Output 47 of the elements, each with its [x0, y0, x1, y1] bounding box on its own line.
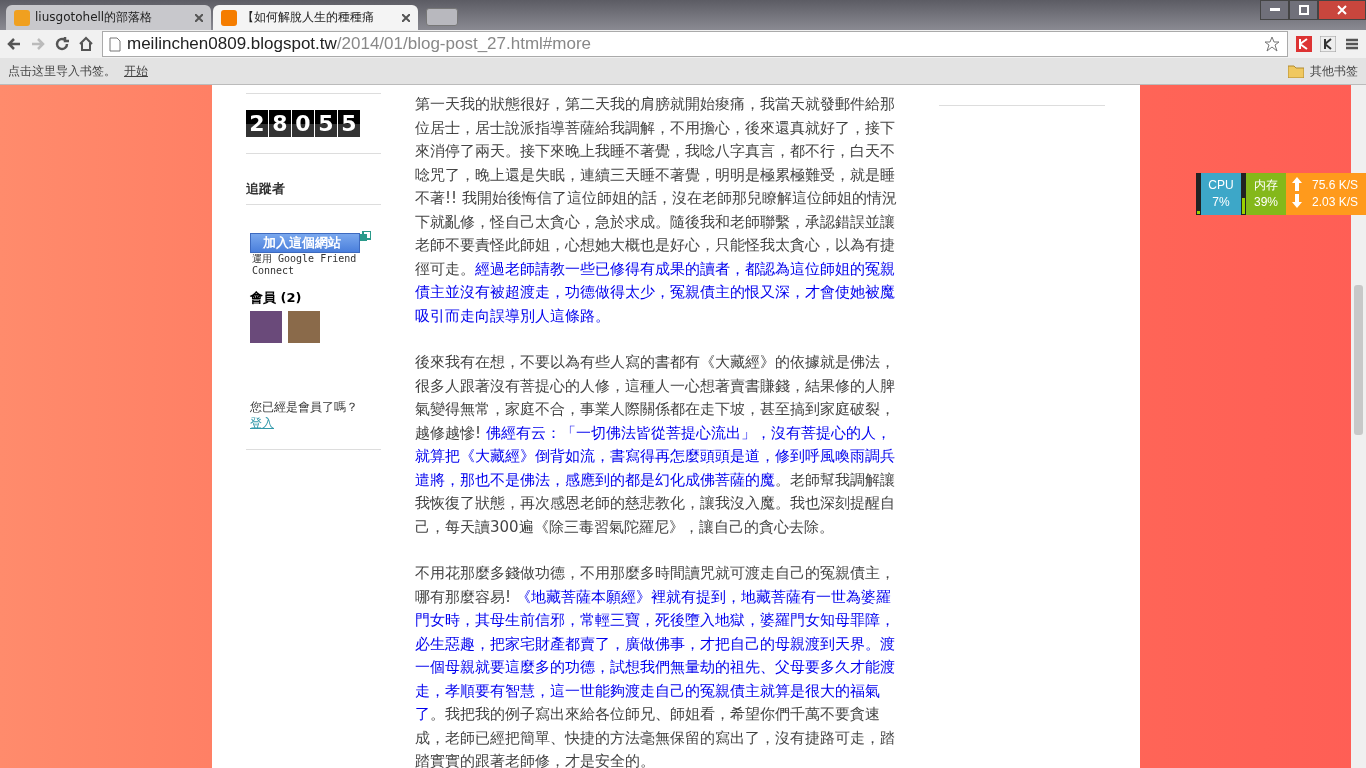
close-icon — [1337, 5, 1347, 15]
address-bar[interactable]: meilinchen0809.blogspot.tw/2014/01/blog-post_27.html#more — [102, 31, 1288, 57]
favicon-icon — [14, 9, 30, 26]
followers-heading: 追蹤者 — [246, 180, 286, 198]
popup-icon — [360, 231, 371, 242]
gfc-note: 運用 Google Friend Connect — [252, 253, 358, 277]
article-paragraph: 後來我有在想，不要以為有些人寫的書都有《大藏經》的依據就是佛法，很多人跟著沒有菩提心的人修，這種人一心想著賣書賺錢，結果修的人脾氣變得無常，家庭不合，事業人際關係都在走下坡，甚至搞到家庭破裂，越修越慘! 佛經有云：「一切佛法皆從菩提心流出」，沒有菩提心的人，就算把《大藏經》倒背如流，書寫得再怎麼頭頭是道，修到呼風喚雨調兵遣將，那也不是佛法，感應到的都是幻化成佛菩薩的魔。老師幫我調解讓我恢復了狀態，再次感恩老師的慈悲教化，讓我沒入魔。我也深刻提醒自己，每天讀300遍《除三毒習氣陀羅尼》，讓自己的貪心去除。 — [415, 352, 896, 538]
upload-icon — [1292, 177, 1302, 191]
browser-tab[interactable]: 【如何解脫人生的種種痛 — [213, 5, 418, 30]
minimize-button[interactable] — [1260, 0, 1289, 20]
article-paragraph: 不用花那麼多錢做功德，不用那麼多時間讀咒就可渡走自己的冤親債主，哪有那麼容易! 《地藏菩薩本願經》裡就有提到，地藏菩薩有一世為婆羅門女時，其母生前信邪，常輕三寶，死後墮入地獄，婆羅門女知母罪障，必生惡趣，把家宅財產都賣了，廣做佛事，才把自己的母親渡到天界。渡一個母親就要這麼多的功德，試想我們無量劫的祖先、父母要多久才能渡走，孝順要有智慧，這一世能夠渡走自己的冤親債主就算是很大的福氣了。我把我的例子寫出來給各位師兄、師姐看，希望你們千萬不要貪速成，老師已經把簡單、快捷的方法毫無保留的寫出了，沒有捷路可走，踏踏實實的跟著老師修，才是安全的。 — [415, 563, 896, 768]
download-speed: 2.03 K/S — [1312, 194, 1359, 211]
memory-label: 内存 — [1254, 177, 1278, 194]
close-icon[interactable] — [195, 13, 203, 22]
url-path: /2014/01/blog-post_27.html#more — [336, 34, 592, 54]
extension-icon[interactable] — [1320, 36, 1336, 52]
browser-tab[interactable]: liusgotohell的部落格 — [6, 5, 211, 30]
import-bookmarks-text: 点击这里导入书签。 — [8, 62, 116, 80]
star-icon[interactable] — [1263, 36, 1281, 52]
folder-icon — [1288, 64, 1304, 78]
usage-meter — [1196, 173, 1201, 215]
upload-speed: 75.6 K/S — [1312, 177, 1359, 194]
close-button[interactable] — [1318, 0, 1366, 20]
start-link[interactable]: 开始 — [124, 62, 148, 80]
download-icon — [1292, 194, 1302, 208]
menu-icon[interactable] — [1344, 36, 1360, 52]
cpu-label: CPU — [1208, 177, 1234, 194]
login-link[interactable]: 登入 — [250, 416, 274, 430]
extension-icon[interactable] — [1296, 36, 1312, 52]
member-login-prompt: 您已經是會員了嗎？ 登入 — [250, 399, 359, 431]
article-paragraph: 第一天我的狀態很好，第二天我的肩膀就開始痠痛，我當天就發郵件給那位居士，居士說派指導菩薩給我調解，不用擔心，後來還真就好了，接下來消停了兩天。接下來晚上我睡不著覺，我唸八字真言，都不行，白天不唸咒了，晚上還是失眠，連續三天睡不著覺，明明是極累極難受，就是睡不著!! 我開始後悔信了這位師姐的話，沒在老師那兒瞭解這位師姐的情況下就亂修，怪自己太貪心，急於求成。隨後我和老師聯繫，承認錯誤並讓老師不要責怪此師姐，心想她大概也是好心，只能怪我太貪心，以為有捷徑可走。經過老師請教一些已修得有成果的讀者，都認為這位師姐的冤親債主並沒有被超渡走，功德做得太少，冤親債主的恨又深，才會使她被魔吸引而走向誤導別人這條路。 — [415, 94, 898, 327]
minimize-icon — [1269, 8, 1280, 12]
other-bookmarks-button[interactable]: 其他书签 — [1288, 62, 1358, 80]
reload-icon[interactable] — [54, 36, 70, 52]
back-icon[interactable] — [6, 36, 22, 52]
maximize-button[interactable] — [1289, 0, 1318, 20]
home-icon[interactable] — [78, 36, 94, 52]
usage-meter — [1241, 173, 1246, 215]
visitor-counter: 2 8 0 5 5 — [246, 110, 381, 137]
close-icon[interactable] — [402, 13, 410, 22]
cpu-value: 7% — [1212, 194, 1230, 211]
memory-value: 39% — [1254, 194, 1278, 211]
maximize-icon — [1298, 5, 1309, 15]
url-host: meilinchen0809.blogspot.tw — [127, 34, 337, 54]
page-icon — [109, 36, 121, 52]
members-heading: 會員 (2) — [250, 289, 303, 307]
favicon-icon — [221, 9, 237, 26]
